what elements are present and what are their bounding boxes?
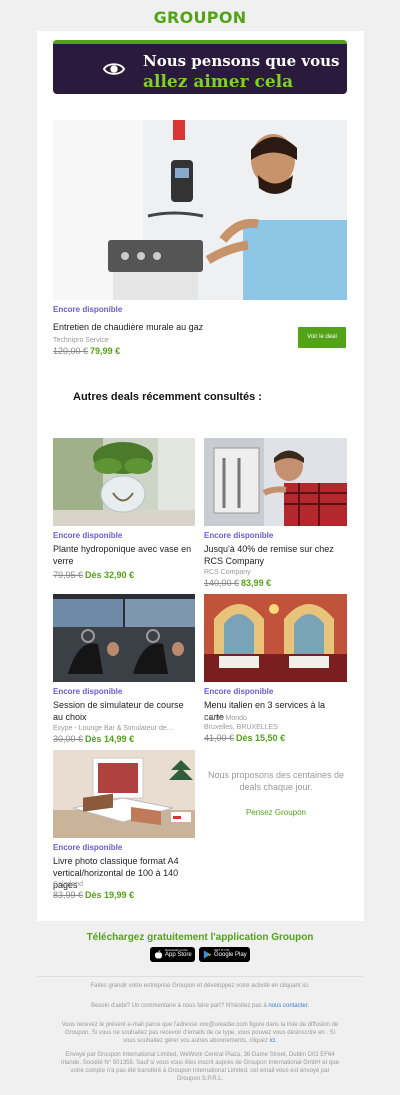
deal-1-old-price: 79,95 €: [53, 570, 84, 580]
deal-image-restaurant[interactable]: [204, 594, 347, 682]
app-store-button[interactable]: Download on the App Store: [150, 947, 195, 962]
footer-divider: [37, 976, 363, 977]
deal-3-old-price: 30,00 €: [53, 734, 84, 744]
app-store-label: App Store: [165, 952, 192, 958]
deal-4-location: Bruxelles, BRUXELLES: [204, 724, 278, 731]
deal-5-merchant: Colorland: [53, 881, 83, 888]
main-deal-merchant: Technipro Service: [53, 337, 109, 344]
apple-icon: [154, 950, 163, 959]
deal-5-old-price: 83,99 €: [53, 890, 84, 900]
google-play-icon: [203, 950, 212, 959]
deal-3-price: 30,00 € Dès 14,99 €: [53, 734, 134, 744]
main-deal-image[interactable]: [53, 120, 347, 300]
hero-banner: Nous pensons que vous allez aimer cela: [53, 40, 347, 94]
groupon-logo[interactable]: GROUPON: [0, 8, 400, 27]
promo-text: Nous proposons des centaines de deals ch…: [207, 770, 345, 792]
main-deal-price: 120,00 €79,99 €: [53, 346, 120, 356]
footer-legal-text: Vous recevez le présent e-mail parce que…: [61, 1022, 339, 1044]
deal-3-merchant: Exype - Lounge Bar & Simulateur de...: [53, 725, 173, 732]
google-play-button[interactable]: GET IT ON Google Play: [199, 947, 250, 962]
deal-2-title[interactable]: Jusqu'à 40% de remise sur chez RCS Compa…: [204, 543, 344, 567]
footer-help: Besoin d'aide? Un commentaire à nous fai…: [60, 1002, 340, 1010]
deal-4-old-price: 41,00 €: [204, 733, 235, 743]
main-deal-new-price: 79,99 €: [90, 346, 121, 356]
deal-5-price: 83,99 € Dès 19,99 €: [53, 890, 134, 900]
deal-1-new-price: Dès 32,90 €: [85, 570, 135, 580]
deal-3-new-price: Dès 14,99 €: [85, 734, 135, 744]
footer-help-end: .: [307, 1003, 310, 1009]
deal-2-old-price: 140,00 €: [204, 578, 240, 588]
main-deal-availability: Encore disponible: [53, 305, 123, 314]
footer-merchant-line[interactable]: Faites grandir votre entreprise Groupon …: [60, 982, 340, 990]
promo-link[interactable]: Pensez Groupon: [204, 808, 348, 817]
deal-2-price: 140,00 €83,99 €: [204, 578, 271, 588]
deal-3-availability: Encore disponible: [53, 687, 123, 696]
email-card: Nous pensons que vous allez aimer cela E…: [37, 31, 364, 921]
contact-link[interactable]: nous contacter: [268, 1003, 307, 1009]
footer-legal: Vous recevez le présent e-mail parce que…: [60, 1021, 340, 1045]
deal-5-availability: Encore disponible: [53, 843, 123, 852]
deal-2-merchant: RCS Company: [204, 569, 251, 576]
eye-icon: [103, 63, 125, 75]
google-play-label: Google Play: [214, 952, 247, 958]
deal-4-price: 41,00 € Dès 15,50 €: [204, 733, 285, 743]
deal-image-simulator[interactable]: [53, 594, 195, 682]
footer-address: Envoyé par Groupon International Limited…: [61, 1052, 339, 1082]
section-title: Autres deals récemment consultés :: [73, 391, 262, 403]
deal-3-title[interactable]: Session de simulateur de course au choix: [53, 699, 193, 723]
deal-2-availability: Encore disponible: [204, 531, 274, 540]
footer-help-text: Besoin d'aide? Un commentaire à nous fai…: [90, 1003, 267, 1009]
hero-line-2: allez aimer cela: [143, 72, 294, 92]
main-deal-old-price: 120,00 €: [53, 346, 89, 356]
deal-4-availability: Encore disponible: [204, 687, 274, 696]
hero-accent-bar: [53, 40, 347, 44]
deal-1-price: 79,95 € Dès 32,90 €: [53, 570, 134, 580]
footer-legal-end: .: [275, 1038, 278, 1044]
main-deal-title[interactable]: Entretien de chaudière murale au gaz: [53, 321, 283, 333]
deal-1-title[interactable]: Plante hydroponique avec vase en verre: [53, 543, 193, 567]
deal-5-new-price: Dès 19,99 €: [85, 890, 135, 900]
hero-line-1: Nous pensons que vous: [143, 52, 340, 70]
view-deal-button[interactable]: Voir le deal: [298, 327, 346, 348]
app-download-title: Téléchargez gratuitement l'application G…: [86, 932, 314, 943]
deal-4-new-price: Dès 15,50 €: [236, 733, 286, 743]
deal-4-merchant: L Altro Mondo: [204, 715, 247, 722]
deal-2-new-price: 83,99 €: [241, 578, 272, 588]
deal-image-plant[interactable]: [53, 438, 195, 526]
deal-image-technician[interactable]: [204, 438, 347, 526]
deal-1-availability: Encore disponible: [53, 531, 123, 540]
deal-image-photobook[interactable]: [53, 750, 195, 838]
